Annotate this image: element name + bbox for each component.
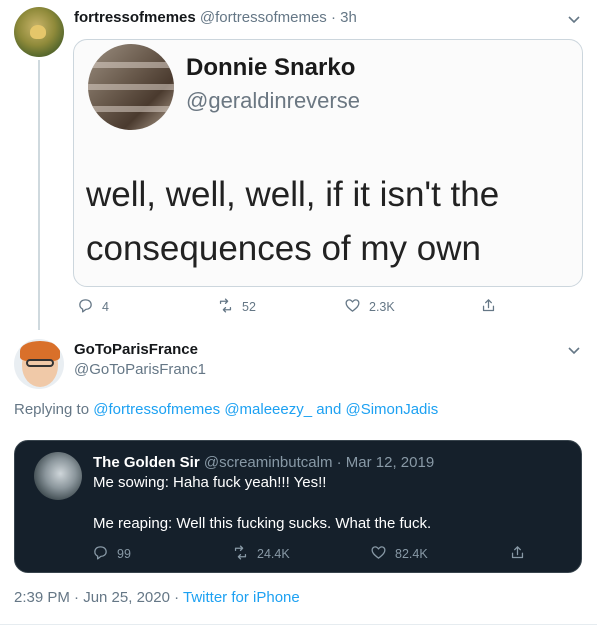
mention-link[interactable]: @SimonJadis bbox=[345, 401, 438, 418]
chevron-down-icon[interactable] bbox=[566, 342, 582, 358]
retweet-icon bbox=[232, 544, 249, 564]
replying-to: Replying to @fortressofmemes @maleeezy_ … bbox=[14, 401, 438, 418]
quoted-text-line: Me sowing: Haha fuck yeah!!! Yes!! bbox=[93, 474, 327, 491]
quoted-tweet[interactable]: The Golden Sir @screaminbutcalm · Mar 12… bbox=[14, 440, 582, 573]
share-icon bbox=[480, 297, 497, 317]
reply-button[interactable]: 4 bbox=[77, 297, 109, 317]
tweet-author[interactable]: fortressofmemes @fortressofmemes · 3h bbox=[74, 9, 357, 26]
tweet-image[interactable]: Donnie Snarko @geraldinreverse well, wel… bbox=[73, 39, 583, 287]
avatar[interactable] bbox=[14, 339, 64, 389]
reply-count: 99 bbox=[117, 547, 131, 561]
image-name: Donnie Snarko bbox=[186, 54, 356, 81]
reply-icon bbox=[77, 297, 94, 317]
thread-line bbox=[38, 60, 40, 330]
share-button[interactable] bbox=[480, 297, 497, 317]
tweet-timestamp: 2:39 PM · Jun 25, 2020 · Twitter for iPh… bbox=[14, 589, 300, 606]
author-name[interactable]: fortressofmemes bbox=[74, 9, 196, 26]
quoted-name: The Golden Sir bbox=[93, 454, 200, 471]
reply-count: 4 bbox=[102, 300, 109, 314]
like-button[interactable]: 82.4K bbox=[370, 544, 428, 564]
quoted-text-line: Me reaping: Well this fucking sucks. Wha… bbox=[93, 515, 432, 532]
and-label[interactable]: and bbox=[316, 401, 341, 418]
image-text: well, well, well, if it isn't the conseq… bbox=[86, 168, 581, 286]
divider bbox=[0, 624, 597, 625]
like-icon bbox=[344, 297, 361, 317]
image-text-line: well, well, well, if it isn't the bbox=[86, 175, 500, 214]
retweet-button[interactable]: 52 bbox=[217, 297, 256, 317]
avatar[interactable] bbox=[14, 7, 64, 57]
retweet-count: 52 bbox=[242, 300, 256, 314]
like-count: 82.4K bbox=[395, 547, 428, 561]
avatar bbox=[34, 452, 82, 500]
like-count: 2.3K bbox=[369, 300, 395, 314]
like-button[interactable]: 2.3K bbox=[344, 297, 395, 317]
share-icon bbox=[509, 544, 526, 564]
author-handle[interactable]: @fortressofmemes bbox=[200, 9, 327, 26]
image-avatar bbox=[88, 44, 174, 130]
timestamp-time[interactable]: 2:39 PM · Jun 25, 2020 · bbox=[14, 589, 183, 606]
source-link[interactable]: Twitter for iPhone bbox=[183, 589, 300, 606]
image-text-line: consequences of my own actions bbox=[86, 229, 481, 286]
retweet-icon bbox=[217, 297, 234, 317]
author-handle[interactable]: @GoToParisFranc1 bbox=[74, 361, 206, 378]
share-button[interactable] bbox=[509, 544, 526, 564]
quoted-handle-time: @screaminbutcalm · Mar 12, 2019 bbox=[203, 454, 435, 471]
mention-link[interactable]: @fortressofmemes bbox=[93, 401, 220, 418]
like-icon bbox=[370, 544, 387, 564]
tweet-time[interactable]: · 3h bbox=[331, 9, 357, 26]
image-handle: @geraldinreverse bbox=[186, 88, 360, 113]
mention-link[interactable]: @maleeezy_ bbox=[224, 401, 312, 418]
retweet-button[interactable]: 24.4K bbox=[232, 544, 290, 564]
author-name[interactable]: GoToParisFrance bbox=[74, 341, 198, 358]
retweet-count: 24.4K bbox=[257, 547, 290, 561]
reply-button[interactable]: 99 bbox=[92, 544, 131, 564]
replying-label: Replying to bbox=[14, 401, 90, 418]
quoted-header: The Golden Sir @screaminbutcalm · Mar 12… bbox=[93, 454, 434, 471]
reply-icon bbox=[92, 544, 109, 564]
chevron-down-icon[interactable] bbox=[566, 11, 582, 27]
